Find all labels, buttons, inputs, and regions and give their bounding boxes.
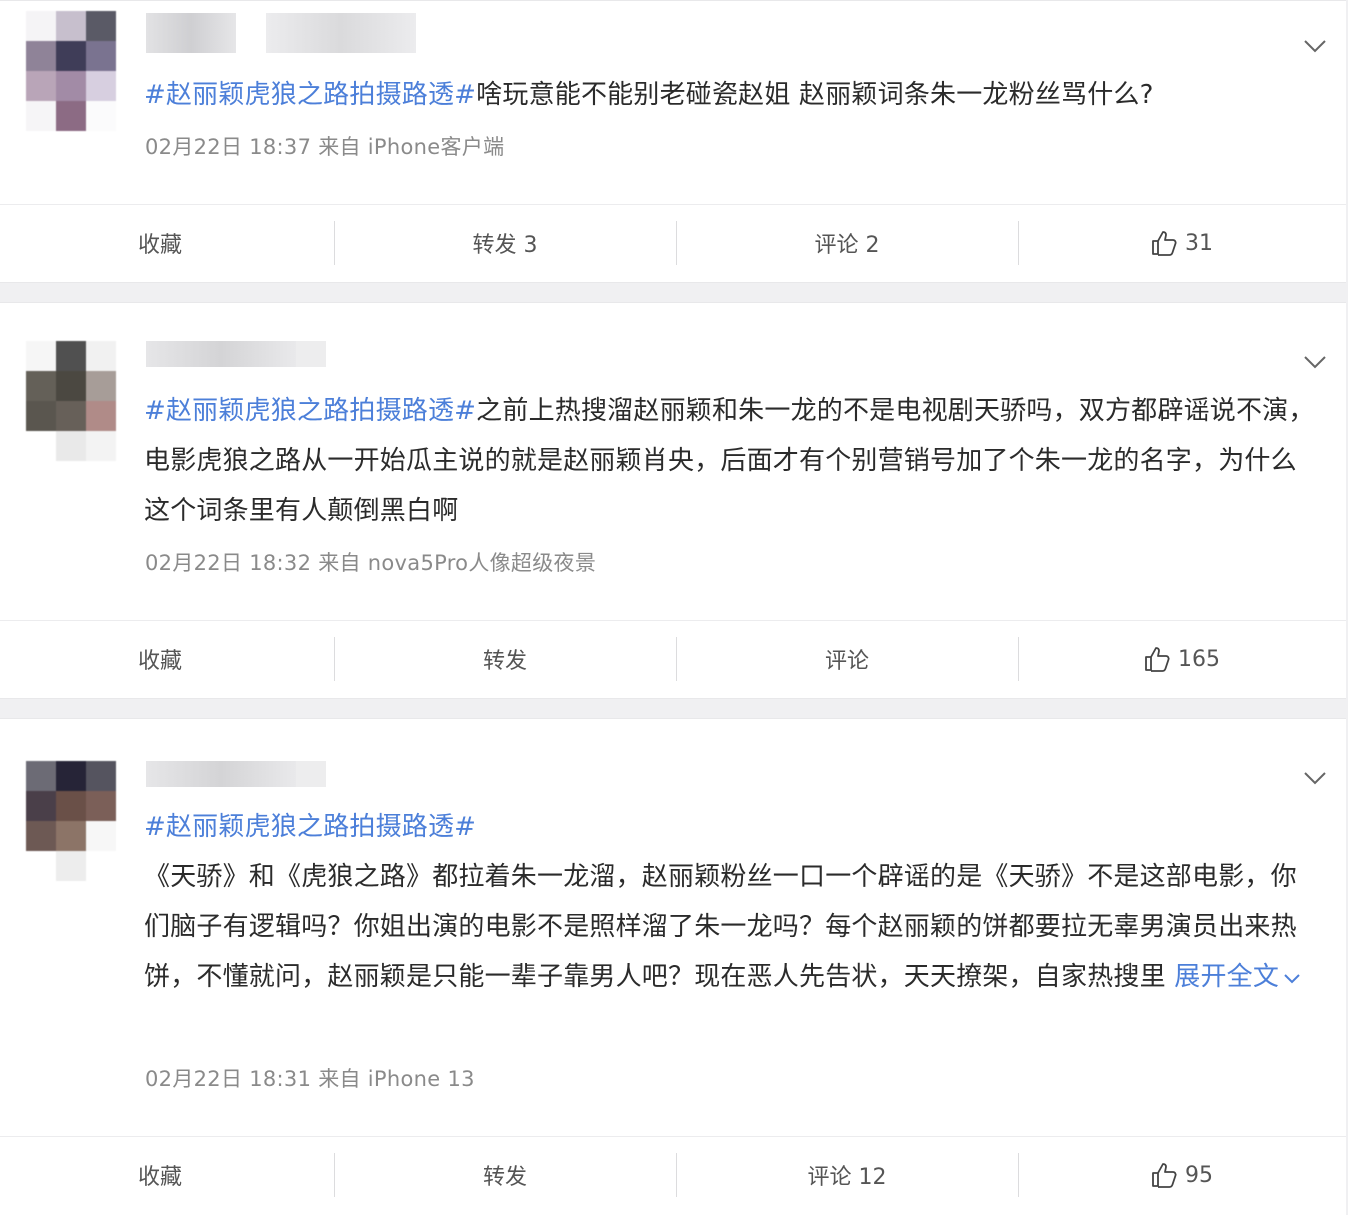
username-blur-block: [296, 341, 326, 367]
post-body: 《天骄》和《虎狼之路》都拉着朱一龙溜，赵丽颖粉丝一口一个辟谣的是《天骄》不是这部…: [144, 862, 1297, 992]
post-meta: 02月22日 18:31 来自 iPhone 13: [145, 1067, 475, 1091]
forward-button[interactable]: 转发: [334, 1137, 676, 1213]
favorite-button[interactable]: 收藏: [0, 205, 334, 281]
post-card: #赵丽颖虎狼之路拍摄路透#啥玩意能不能别老碰瓷赵姐 赵丽颖词条朱一龙粉丝骂什么?…: [0, 0, 1346, 283]
comment-button[interactable]: 评论 2: [676, 205, 1018, 281]
chevron-down-icon[interactable]: [1304, 355, 1326, 369]
username-blurred[interactable]: [146, 313, 436, 367]
thumbs-up-icon: [1145, 647, 1170, 672]
like-count: 31: [1185, 230, 1213, 256]
username-blurred[interactable]: [146, 733, 436, 787]
post-card: #赵丽颖虎狼之路拍摄路透#之前上热搜溜赵丽颖和朱一龙的不是电视剧天骄吗，双方都辟…: [0, 302, 1346, 699]
action-bar: 收藏 转发 评论 12 95: [0, 1136, 1346, 1213]
action-bar: 收藏 转发 3 评论 2 31: [0, 204, 1346, 281]
post-text: #赵丽颖虎狼之路拍摄路透#之前上热搜溜赵丽颖和朱一龙的不是电视剧天骄吗，双方都辟…: [144, 386, 1320, 536]
forward-label: 转发 3: [472, 233, 538, 258]
expand-full-text-link[interactable]: 展开全文: [1174, 962, 1301, 992]
comment-button[interactable]: 评论 12: [676, 1137, 1018, 1213]
favorite-button[interactable]: 收藏: [0, 621, 334, 697]
thumbs-up-icon: [1152, 231, 1177, 256]
avatar[interactable]: [26, 341, 116, 461]
like-button[interactable]: 31: [1018, 205, 1346, 281]
like-count: 95: [1185, 1162, 1213, 1188]
favorite-label: 收藏: [138, 649, 183, 674]
like-button[interactable]: 165: [1018, 621, 1346, 697]
username-blur-block: [146, 761, 296, 787]
chevron-down-icon: [1284, 974, 1300, 984]
username-blurred[interactable]: [146, 13, 436, 61]
hashtag-link[interactable]: #赵丽颖虎狼之路拍摄路透#: [144, 812, 476, 842]
action-bar: 收藏 转发 评论 165: [0, 620, 1346, 697]
favorite-label: 收藏: [138, 1165, 183, 1190]
favorite-label: 收藏: [138, 233, 183, 258]
weibo-comment-feed: #赵丽颖虎狼之路拍摄路透#啥玩意能不能别老碰瓷赵姐 赵丽颖词条朱一龙粉丝骂什么?…: [0, 0, 1348, 1215]
like-button[interactable]: 95: [1018, 1137, 1346, 1213]
username-blur-block: [266, 13, 416, 53]
chevron-down-icon[interactable]: [1304, 771, 1326, 785]
comment-label: 评论 12: [807, 1165, 887, 1190]
post-meta: 02月22日 18:32 来自 nova5Pro人像超级夜景: [145, 551, 597, 575]
hashtag-link[interactable]: #赵丽颖虎狼之路拍摄路透#: [144, 396, 476, 426]
avatar[interactable]: [26, 761, 116, 881]
expand-label: 展开全文: [1174, 962, 1280, 992]
username-blur-block: [146, 13, 236, 53]
comment-label: 评论: [824, 649, 869, 674]
username-blur-block: [296, 761, 326, 787]
chevron-down-icon[interactable]: [1304, 39, 1326, 53]
comment-button[interactable]: 评论: [676, 621, 1018, 697]
post-text: 《天骄》和《虎狼之路》都拉着朱一龙溜，赵丽颖粉丝一口一个辟谣的是《天骄》不是这部…: [144, 852, 1320, 1002]
favorite-button[interactable]: 收藏: [0, 1137, 334, 1213]
like-count: 165: [1178, 646, 1220, 672]
forward-label: 转发: [482, 1165, 527, 1190]
avatar[interactable]: [26, 11, 116, 131]
post-text: #赵丽颖虎狼之路拍摄路透#啥玩意能不能别老碰瓷赵姐 赵丽颖词条朱一龙粉丝骂什么?: [144, 70, 1320, 120]
thumbs-up-icon: [1152, 1163, 1177, 1188]
post-card: #赵丽颖虎狼之路拍摄路透# 《天骄》和《虎狼之路》都拉着朱一龙溜，赵丽颖粉丝一口…: [0, 718, 1346, 1215]
hashtag-line: #赵丽颖虎狼之路拍摄路透#: [144, 802, 1320, 852]
forward-button[interactable]: 转发: [334, 621, 676, 697]
forward-label: 转发: [482, 649, 527, 674]
comment-label: 评论 2: [814, 233, 880, 258]
hashtag-link[interactable]: #赵丽颖虎狼之路拍摄路透#: [144, 80, 476, 110]
post-body: 啥玩意能不能别老碰瓷赵姐 赵丽颖词条朱一龙粉丝骂什么?: [476, 80, 1154, 110]
post-meta: 02月22日 18:37 来自 iPhone客户端: [145, 135, 505, 159]
username-blur-block: [146, 341, 296, 367]
forward-button[interactable]: 转发 3: [334, 205, 676, 281]
